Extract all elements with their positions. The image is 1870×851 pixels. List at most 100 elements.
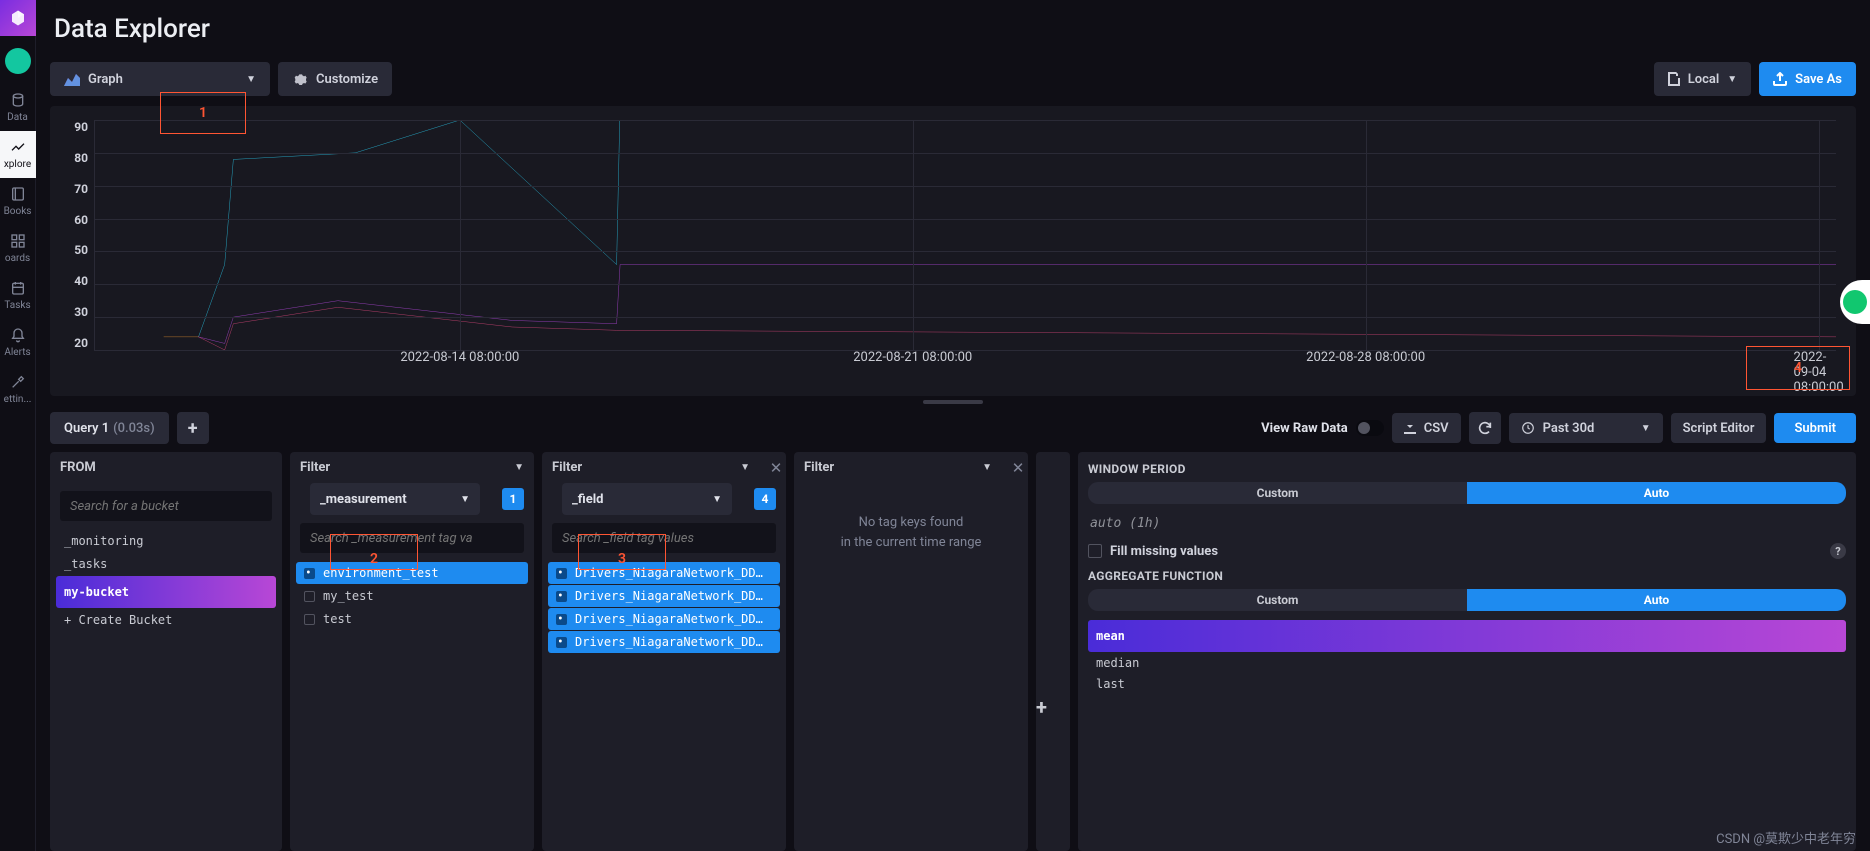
scope-select[interactable]: Local ▼ [1654, 62, 1751, 96]
view-raw-toggle[interactable]: View Raw Data [1261, 420, 1384, 436]
resize-handle[interactable] [923, 400, 983, 404]
refresh-button[interactable] [1469, 412, 1501, 444]
watermark: CSDN @莫欺少中老年穷 [1716, 828, 1856, 847]
from-title: FROM [50, 452, 282, 483]
bucket-item[interactable]: + Create Bucket [56, 609, 276, 631]
avatar[interactable] [5, 48, 31, 74]
auto-option[interactable]: Auto [1467, 482, 1846, 504]
field-item[interactable]: Drivers_NiagaraNetwork_DD… [548, 608, 780, 630]
bucket-item[interactable]: _monitoring [56, 530, 276, 552]
filter-key-select[interactable]: _field▼ [562, 483, 732, 515]
clock-icon [1521, 421, 1535, 435]
window-value: auto (1h) [1088, 512, 1846, 539]
time-range-select[interactable]: Past 30d▼ [1509, 413, 1663, 443]
close-filter-icon[interactable]: ✕ [766, 459, 786, 477]
aggregate-panel: WINDOW PERIOD CustomAuto auto (1h) Fill … [1078, 452, 1856, 851]
x-tick: 2022-08-21 08:00:00 [853, 350, 972, 365]
scope-label: Local [1688, 72, 1720, 87]
page-title: Data Explorer [54, 14, 1856, 44]
query-tab[interactable]: Query 1(0.03s) [50, 412, 169, 444]
measurement-list: environment_testmy_testtest [290, 561, 534, 851]
main-content: Data Explorer Graph ▼ Customize Local ▼ … [36, 0, 1870, 851]
fill-missing-checkbox[interactable]: Fill missing values? [1088, 539, 1846, 563]
add-filter-button[interactable]: + [1036, 452, 1070, 851]
chevron-down-icon[interactable]: ▼ [514, 462, 524, 473]
add-query-button[interactable]: + [177, 412, 209, 444]
help-icon[interactable]: ? [1830, 543, 1846, 559]
save-as-button[interactable]: Save As [1759, 62, 1856, 96]
chevron-down-icon[interactable]: ▼ [982, 462, 992, 473]
field-item[interactable]: Drivers_NiagaraNetwork_DD… [548, 631, 780, 653]
vis-type-select[interactable]: Graph ▼ [50, 62, 270, 96]
submit-button[interactable]: Submit [1774, 413, 1856, 443]
field-list: Drivers_NiagaraNetwork_DD…Drivers_Niagar… [542, 561, 786, 851]
nav-settings[interactable]: ettin... [0, 366, 36, 413]
export-icon [1773, 72, 1787, 86]
func-mode-toggle[interactable]: CustomAuto [1088, 589, 1846, 611]
filter-panel-2: Filter ▼ ✕ _field▼ 4 Drivers_NiagaraNetwork… [542, 452, 786, 851]
x-tick: 2022-09-04 08:00:00 [1794, 350, 1844, 395]
bucket-list: _monitoring_tasksmy-bucket+ Create Bucke… [50, 529, 282, 851]
function-item[interactable]: median [1088, 653, 1846, 673]
measurement-item[interactable]: environment_test [296, 562, 528, 584]
graph-icon [64, 72, 80, 86]
nav-books[interactable]: Books [0, 178, 36, 225]
field-item[interactable]: Drivers_NiagaraNetwork_DD… [548, 562, 780, 584]
from-panel: FROM _monitoring_tasksmy-bucket+ Create … [50, 452, 282, 851]
measurement-item[interactable]: test [296, 608, 528, 630]
function-item[interactable]: mean [1088, 620, 1846, 652]
chart-panel: 9080706050403020 2022-08-14 08:00:00 202… [50, 106, 1856, 396]
x-axis: 2022-08-14 08:00:00 2022-08-21 08:00:00 … [94, 350, 1836, 370]
filter-count-badge: 4 [754, 488, 776, 510]
filter-key-select[interactable]: _measurement▼ [310, 483, 480, 515]
bucket-search[interactable] [60, 491, 272, 521]
function-list: meanmedianlast [1088, 619, 1846, 695]
auto-option[interactable]: Auto [1467, 589, 1846, 611]
measurement-item[interactable]: my_test [296, 585, 528, 607]
empty-state: No tag keys foundin the current time ran… [794, 483, 1028, 582]
filter-title: Filter [300, 460, 330, 475]
filter-count-badge: 1 [502, 488, 524, 510]
filter-title: Filter [804, 460, 834, 475]
wifi-icon [1843, 290, 1867, 314]
nav-boards[interactable]: oards [0, 225, 36, 272]
custom-option[interactable]: Custom [1088, 589, 1467, 611]
download-icon [1404, 422, 1416, 434]
custom-option[interactable]: Custom [1088, 482, 1467, 504]
y-axis: 9080706050403020 [60, 120, 94, 350]
gear-icon [292, 71, 308, 87]
field-item[interactable]: Drivers_NiagaraNetwork_DD… [548, 585, 780, 607]
query-builder: FROM _monitoring_tasksmy-bucket+ Create … [50, 452, 1856, 851]
bucket-item[interactable]: my-bucket [56, 576, 276, 608]
filter-panel-3: Filter ▼ ✕ No tag keys foundin the current… [794, 452, 1028, 851]
filter-panel-1: Filter ▼ _measurement▼ 1 environment_testm… [290, 452, 534, 851]
script-editor-button[interactable]: Script Editor [1671, 413, 1767, 443]
logo-icon[interactable] [0, 0, 36, 36]
sidebar: Data xplore Books oards Tasks Alerts ett… [0, 0, 36, 851]
customize-label: Customize [316, 72, 378, 87]
chevron-down-icon[interactable]: ▼ [740, 462, 750, 473]
x-tick: 2022-08-14 08:00:00 [400, 350, 519, 365]
nav-tasks[interactable]: Tasks [0, 272, 36, 319]
x-tick: 2022-08-28 08:00:00 [1306, 350, 1425, 365]
save-icon [1668, 72, 1680, 86]
csv-button[interactable]: CSV [1392, 413, 1461, 443]
close-filter-icon[interactable]: ✕ [1008, 459, 1028, 477]
nav-data[interactable]: Data [0, 84, 36, 131]
customize-button[interactable]: Customize [278, 62, 392, 96]
nav-alerts[interactable]: Alerts [0, 319, 36, 366]
function-item[interactable]: last [1088, 674, 1846, 694]
measurement-search[interactable] [300, 523, 524, 553]
refresh-icon [1477, 420, 1493, 436]
window-mode-toggle[interactable]: CustomAuto [1088, 482, 1846, 504]
filter-title: Filter [552, 460, 582, 475]
window-period-title: WINDOW PERIOD [1088, 462, 1846, 476]
vis-type-label: Graph [88, 72, 123, 87]
save-as-label: Save As [1795, 72, 1842, 87]
aggregate-function-title: AGGREGATE FUNCTION [1088, 569, 1846, 583]
top-toolbar: Graph ▼ Customize Local ▼ Save As [50, 62, 1856, 96]
bucket-item[interactable]: _tasks [56, 553, 276, 575]
plot-area[interactable] [94, 120, 1836, 350]
nav-explore[interactable]: xplore [0, 131, 36, 178]
field-search[interactable] [552, 523, 776, 553]
